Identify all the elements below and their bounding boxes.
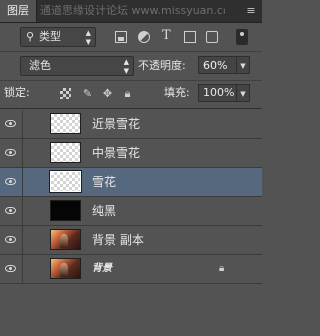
panel-menu-icon[interactable]: ≡ [244,4,258,18]
fill-dropdown-button[interactable]: ▼ [236,84,250,102]
divider [0,108,262,109]
eye-icon [5,178,16,185]
layer-row[interactable]: 纯黑 [0,197,262,226]
lock-transparent-pixels-icon[interactable] [60,88,71,99]
layer-thumbnail [50,113,81,134]
adjustment-filter-icon[interactable] [138,31,150,43]
layer-thumbnail [50,258,81,279]
layer-filter-bar: ⚲ 类型 ▲ ▼ T [0,23,262,51]
lock-position-icon[interactable]: ✥ [102,88,113,99]
smart-object-filter-icon[interactable] [206,31,218,43]
visibility-toggle[interactable] [0,110,23,138]
eye-icon [5,207,16,214]
layer-thumbnail [49,170,82,193]
opacity-label: 不透明度: [138,59,186,72]
lock-icon: 🔒︎ [219,263,225,274]
blend-mode-value: 滤色 [29,59,51,72]
filter-toggle-switch[interactable] [236,29,248,45]
layer-thumbnail [50,229,81,250]
visibility-toggle[interactable] [0,255,23,283]
shape-filter-icon[interactable] [184,31,196,43]
lock-label: 锁定: [4,86,30,99]
lock-fill-bar: 锁定: ✎ ✥ 🔒︎ 填充: 100% ▼ [0,81,262,107]
fill-label: 填充: [164,86,190,99]
filter-kind-select[interactable]: ⚲ 类型 ▲ ▼ [20,27,96,47]
tab-channels-overlay-title[interactable]: 通道思缘设计论坛 www.missyuan.com [40,0,225,22]
opacity-input[interactable]: 60% [198,56,236,74]
layer-row-background[interactable]: 背景 🔒︎ [0,255,262,284]
layer-name: 背景 副本 [92,233,144,247]
tab-layers[interactable]: 图层 [0,0,37,22]
opacity-dropdown-button[interactable]: ▼ [236,56,250,74]
visibility-toggle[interactable] [0,197,23,225]
eye-icon [5,149,16,156]
lock-all-icon[interactable]: 🔒︎ [122,88,133,99]
select-arrows-icon: ▲ ▼ [123,58,129,75]
select-arrows-icon: ▲ ▼ [85,29,91,46]
visibility-toggle[interactable] [0,226,23,254]
eye-icon [5,265,16,272]
blend-mode-select[interactable]: 滤色 ▲ ▼ [20,56,134,76]
layer-row-selected[interactable]: 雪花 [0,168,262,197]
text-filter-icon[interactable]: T [162,29,174,42]
fill-input[interactable]: 100% [198,84,236,102]
lock-image-pixels-icon[interactable]: ✎ [82,88,93,99]
layer-thumbnail [50,200,81,221]
layer-row[interactable]: 近景雪花 [0,110,262,139]
search-icon: ⚲ [26,30,35,43]
layer-name: 近景雪花 [92,117,141,131]
visibility-toggle[interactable] [0,168,23,196]
layers-list: 近景雪花 中景雪花 雪花 纯黑 背景 副本 背景 🔒︎ [0,110,262,284]
eye-icon [5,236,16,243]
panel-tab-bar: 图层 通道思缘设计论坛 www.missyuan.com ≡ [0,0,262,23]
layer-name: 背景 [92,263,112,274]
layer-name: 纯黑 [92,204,117,218]
layers-empty-area [0,288,262,336]
eye-icon [5,120,16,127]
layer-row[interactable]: 中景雪花 [0,139,262,168]
image-filter-icon[interactable] [115,31,127,43]
layer-name: 中景雪花 [92,146,141,160]
layer-row[interactable]: 背景 副本 [0,226,262,255]
layer-name: 雪花 [92,175,117,189]
blend-opacity-bar: 滤色 ▲ ▼ 不透明度: 60% ▼ [0,52,262,80]
visibility-toggle[interactable] [0,139,23,167]
filter-kind-label: 类型 [39,30,61,43]
layer-thumbnail [50,142,81,163]
